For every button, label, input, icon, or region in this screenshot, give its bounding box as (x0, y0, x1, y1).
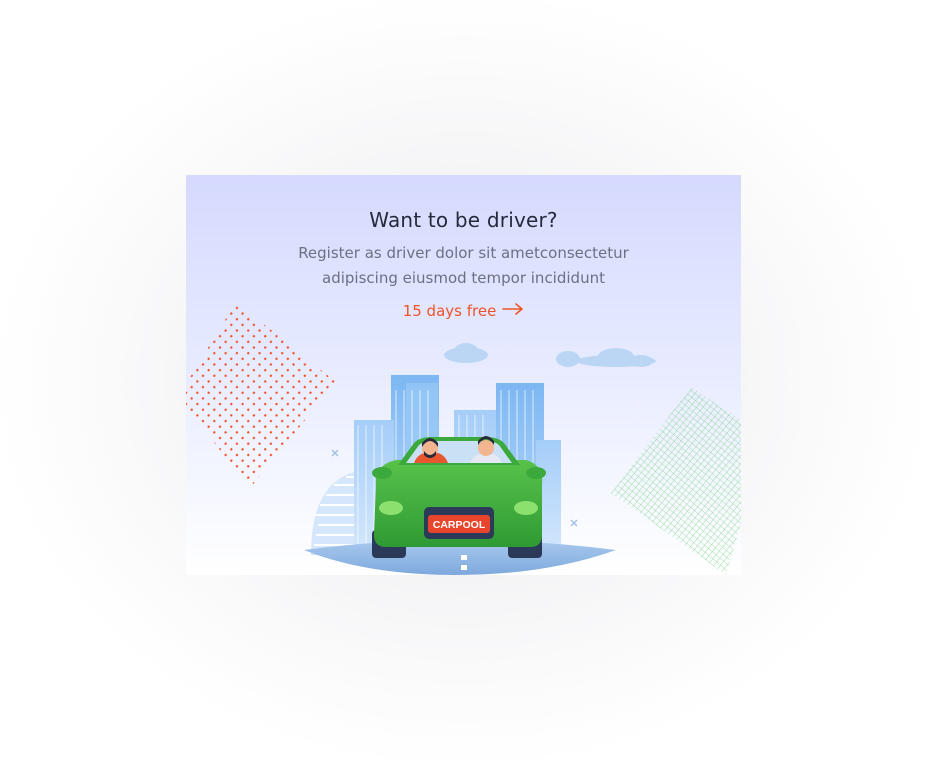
page-background: CARPOOL Want to be driver? Register as d… (0, 0, 927, 772)
driver-signup-card: CARPOOL Want to be driver? Register as d… (186, 175, 741, 575)
card-title: Want to be driver? (369, 208, 558, 232)
card-description: Register as driver dolor sit ametconsect… (298, 244, 629, 287)
license-plate-text: CARPOOL (433, 519, 486, 531)
carpool-illustration: CARPOOL (186, 302, 741, 575)
free-trial-label: 15 days free (402, 302, 497, 320)
free-trial-link[interactable]: 15 days free (186, 302, 741, 320)
arrow-right-icon (502, 301, 524, 319)
grid-decoration (611, 387, 741, 575)
dotted-diamond-decoration (186, 302, 336, 488)
clouds-decoration (444, 343, 656, 367)
